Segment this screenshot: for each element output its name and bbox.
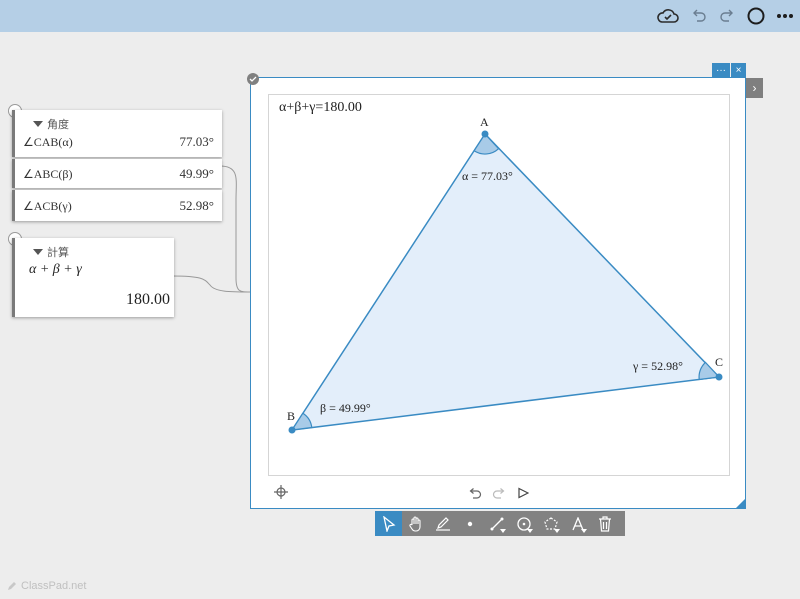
dropdown-icon [500, 529, 506, 533]
brand-logo: ClassPad.net [6, 580, 86, 592]
point-b-label: B [287, 409, 296, 423]
trash-icon[interactable] [591, 511, 618, 536]
pan-hand-icon[interactable] [402, 511, 429, 536]
dropdown-icon [527, 529, 533, 533]
brand-text: ClassPad.net [21, 580, 87, 592]
polygon-tool-icon[interactable] [537, 511, 564, 536]
dropdown-icon [581, 529, 587, 533]
text-tool-icon[interactable] [564, 511, 591, 536]
canvas-redo-icon[interactable] [492, 486, 506, 504]
pen-tool-icon[interactable] [429, 511, 456, 536]
resize-handle[interactable] [735, 498, 746, 509]
canvas-undo-icon[interactable] [468, 486, 482, 504]
point-c[interactable] [715, 373, 723, 381]
point-a-label: A [480, 115, 489, 129]
point-b[interactable] [288, 426, 296, 434]
triangle-figure [288, 130, 723, 434]
pencil-logo-icon [8, 582, 16, 590]
play-icon[interactable] [517, 486, 530, 504]
dropdown-icon [554, 529, 560, 533]
crosshair-icon[interactable] [274, 485, 288, 504]
beta-label: β = 49.99° [320, 401, 371, 415]
line-tool-icon[interactable] [483, 511, 510, 536]
point-c-label: C [715, 355, 724, 369]
alpha-label: α = 77.03° [462, 169, 513, 183]
circle-tool-icon[interactable] [510, 511, 537, 536]
point-tool-icon[interactable] [456, 511, 483, 536]
gamma-label: γ = 52.98° [633, 359, 683, 373]
geometry-toolbar [375, 511, 625, 536]
point-a[interactable] [481, 130, 489, 138]
select-tool-icon[interactable] [375, 511, 402, 536]
